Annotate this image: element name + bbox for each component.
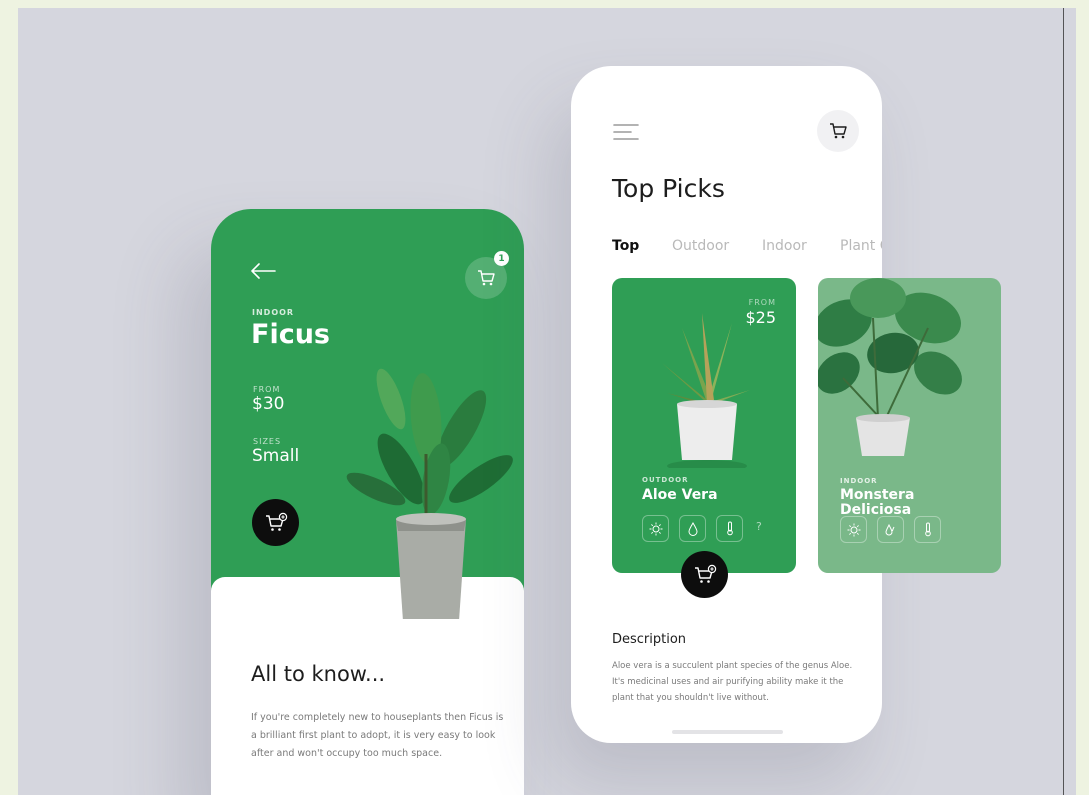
- card-title: Aloe Vera: [642, 487, 718, 503]
- ficus-plant-image: [346, 368, 513, 619]
- thermometer-icon: [914, 516, 941, 543]
- add-to-cart-button[interactable]: [252, 499, 299, 546]
- sun-icon: [642, 515, 669, 542]
- sun-icon: [840, 516, 867, 543]
- tab-indoor[interactable]: Indoor: [762, 238, 807, 254]
- card-category: INDOOR: [840, 477, 878, 485]
- menu-icon[interactable]: [613, 123, 639, 141]
- price-label: FROM: [253, 385, 281, 394]
- help-icon[interactable]: ?: [756, 520, 762, 533]
- size-label: SIZES: [253, 437, 282, 446]
- page-title: Top Picks: [612, 174, 725, 203]
- cart-count-badge: 1: [494, 251, 509, 266]
- monstera-plant-image: [818, 278, 962, 456]
- product-card-monstera[interactable]: INDOOR Monstera Deliciosa: [818, 278, 1001, 573]
- size-value[interactable]: Small: [252, 446, 299, 466]
- price-label: FROM: [748, 298, 776, 307]
- plant-category: INDOOR: [252, 308, 295, 317]
- water-drop-icon: [679, 515, 706, 542]
- description-heading: Description: [612, 632, 687, 647]
- add-to-cart-icon: [265, 512, 287, 531]
- showcase-stage: 1 INDOOR Ficus FROM $30 SIZES Small All …: [18, 8, 1076, 795]
- home-indicator[interactable]: [672, 730, 783, 734]
- back-arrow-icon[interactable]: [249, 261, 277, 281]
- add-to-cart-button[interactable]: [681, 551, 728, 598]
- tab-plant-care[interactable]: Plant C: [840, 238, 882, 254]
- card-category: OUTDOOR: [642, 476, 689, 484]
- section-text: If you're completely new to houseplants …: [251, 712, 504, 759]
- card-title: Monstera Deliciosa: [840, 487, 915, 518]
- product-card-aloe-vera[interactable]: FROM $25 OUTDOOR Aloe Vera ?: [612, 278, 796, 573]
- add-to-cart-icon: [694, 564, 716, 583]
- thermometer-icon: [716, 515, 743, 542]
- aloe-vera-plant-image: [662, 313, 752, 468]
- cart-button[interactable]: [817, 110, 859, 152]
- frame-edge: [1063, 8, 1064, 795]
- plant-title: Ficus: [251, 319, 330, 350]
- water-drops-icon: [877, 516, 904, 543]
- tab-top[interactable]: Top: [612, 238, 639, 254]
- price-value: $30: [252, 394, 285, 414]
- plant-detail-screen: 1 INDOOR Ficus FROM $30 SIZES Small All …: [211, 209, 524, 795]
- cart-icon: [830, 123, 847, 139]
- cart-icon: [478, 270, 495, 286]
- tab-outdoor[interactable]: Outdoor: [672, 238, 729, 254]
- description-text: Aloe vera is a succulent plant species o…: [612, 661, 853, 703]
- section-heading: All to know...: [251, 662, 386, 686]
